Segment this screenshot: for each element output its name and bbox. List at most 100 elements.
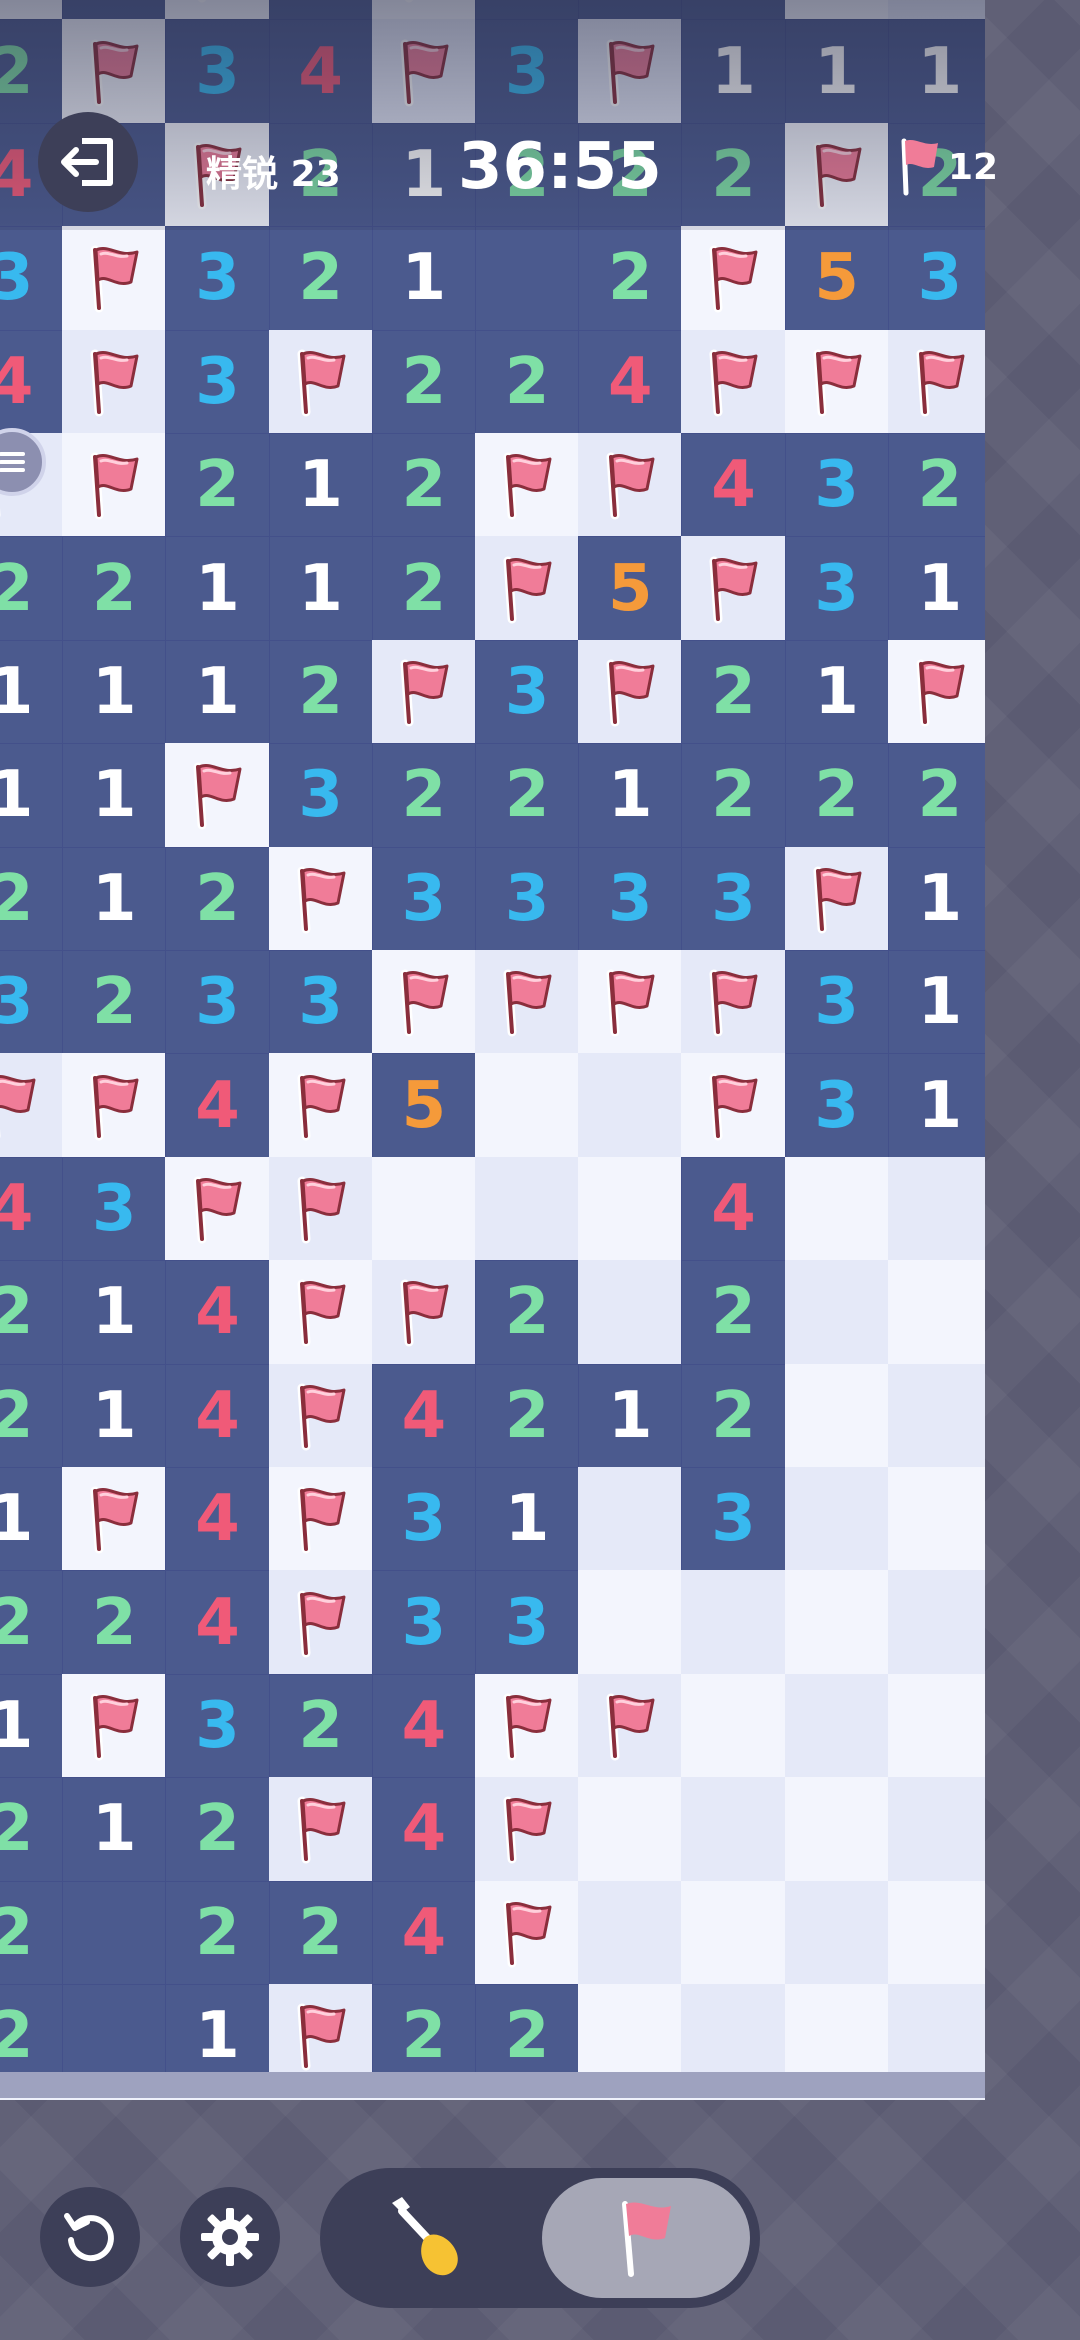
board-cell[interactable] [475,433,580,538]
board-cell[interactable]: 3 [681,1467,786,1572]
board-cell[interactable]: 3 [784,433,889,538]
board-cell[interactable] [681,1777,786,1882]
board-cell[interactable]: 1 [887,536,985,641]
board-cell[interactable] [62,433,167,538]
board-cell[interactable]: 4 [681,433,786,538]
board-cell[interactable] [887,1363,985,1468]
board-cell[interactable]: 2 [268,1673,373,1779]
board-cell[interactable]: 1 [784,19,889,124]
board-cell[interactable]: 3 [165,1673,270,1779]
board-cell[interactable]: 2 [0,19,64,124]
board-cell[interactable]: 3 [475,639,580,745]
board-cell[interactable] [578,1673,683,1779]
board-cell[interactable]: 1 [62,743,167,848]
board-cell[interactable]: 2 [165,846,270,951]
board-cell[interactable] [371,0,476,21]
board-cell[interactable]: 3 [165,950,270,1055]
board-cell[interactable] [371,19,476,124]
board-cell[interactable]: 2 [268,1880,373,1985]
board-cell[interactable]: 4 [165,1260,270,1365]
board-cell[interactable] [62,226,167,331]
board-cell[interactable]: 4 [0,329,64,434]
board-cell[interactable]: 2 [0,536,64,641]
board-cell[interactable] [578,433,683,538]
board-cell[interactable]: 1 [475,1467,580,1572]
board-cell[interactable] [784,1880,889,1985]
board-cell[interactable]: 1 [371,226,476,331]
board-cell[interactable] [268,1363,373,1468]
board-cell[interactable] [165,743,270,848]
board-cell[interactable] [371,1156,476,1262]
board-cell[interactable] [165,1156,270,1262]
board-cell[interactable] [578,1880,683,1985]
board-cell[interactable]: 2 [784,743,889,848]
board-cell[interactable] [887,639,985,745]
board-cell[interactable]: 4 [165,1363,270,1468]
board-cell[interactable] [784,122,889,228]
board-cell[interactable] [62,1880,167,1985]
board-cell[interactable] [578,1777,683,1882]
board-cell[interactable] [475,1053,580,1158]
board-cell[interactable]: 3 [371,1570,476,1675]
board-cell[interactable]: 3 [475,19,580,124]
board-cell[interactable] [681,1880,786,1985]
board-cell[interactable] [268,1053,373,1158]
board-cell[interactable]: 2 [475,329,580,434]
board-cell[interactable]: 2 [578,0,683,21]
board-cell[interactable]: 1 [165,639,270,745]
board-cell[interactable]: 3 [268,950,373,1055]
board-cell[interactable]: 2 [62,950,167,1055]
board-cell[interactable] [578,950,683,1055]
board-cell[interactable]: 3 [165,329,270,434]
board-cell[interactable]: 2 [0,846,64,951]
board-cell[interactable] [62,329,167,434]
board-cell[interactable] [578,1260,683,1365]
board-cell[interactable]: 2 [0,1363,64,1468]
board-cell[interactable] [268,329,373,434]
board-cell[interactable] [887,1156,985,1262]
board-cell[interactable]: 2 [887,433,985,538]
board-cell[interactable] [578,1053,683,1158]
board-cell[interactable]: 3 [371,846,476,951]
board-cell[interactable]: 4 [165,1053,270,1158]
board-cell[interactable]: 3 [475,1570,580,1675]
board-cell[interactable] [681,329,786,434]
board-cell[interactable] [784,0,889,21]
board-cell[interactable] [784,1777,889,1882]
board-cell[interactable]: 2 [165,433,270,538]
board-cell[interactable]: 3 [268,743,373,848]
board-cell[interactable]: 3 [681,846,786,951]
board-cell[interactable] [475,536,580,641]
board-cell[interactable]: 1 [475,0,580,21]
board-cell[interactable]: 1 [0,1673,64,1779]
exit-button[interactable] [38,112,138,212]
board-cell[interactable] [578,1467,683,1572]
board-cell[interactable] [268,1467,373,1572]
board-cell[interactable]: 2 [0,1260,64,1365]
board-cell[interactable] [887,1570,985,1675]
board-cell[interactable]: 4 [165,1570,270,1675]
dig-mode-button[interactable] [320,2168,530,2308]
board-cell[interactable] [268,1777,373,1882]
board-cell[interactable] [578,1570,683,1675]
board-cell[interactable] [268,1260,373,1365]
board-cell[interactable] [784,1467,889,1572]
board-cell[interactable] [887,0,985,21]
board-cell[interactable]: 3 [784,536,889,641]
board-cell[interactable] [887,329,985,434]
board-cell[interactable] [887,1777,985,1882]
board-cell[interactable]: 1 [62,1363,167,1468]
board-cell[interactable] [681,1570,786,1675]
board-cell[interactable] [681,950,786,1055]
board-cell[interactable]: 5 [268,0,373,21]
board-cell[interactable]: 1 [578,1363,683,1468]
board-cell[interactable]: 4 [371,1673,476,1779]
board-cell[interactable]: 2 [681,122,786,228]
board-cell[interactable] [475,1777,580,1882]
board-cell[interactable]: 2 [268,226,373,331]
board-cell[interactable] [887,1260,985,1365]
board-cell[interactable] [681,1673,786,1779]
board-cell[interactable]: 4 [371,1777,476,1882]
board-cell[interactable]: 2 [0,1570,64,1675]
board-cell[interactable] [887,1467,985,1572]
